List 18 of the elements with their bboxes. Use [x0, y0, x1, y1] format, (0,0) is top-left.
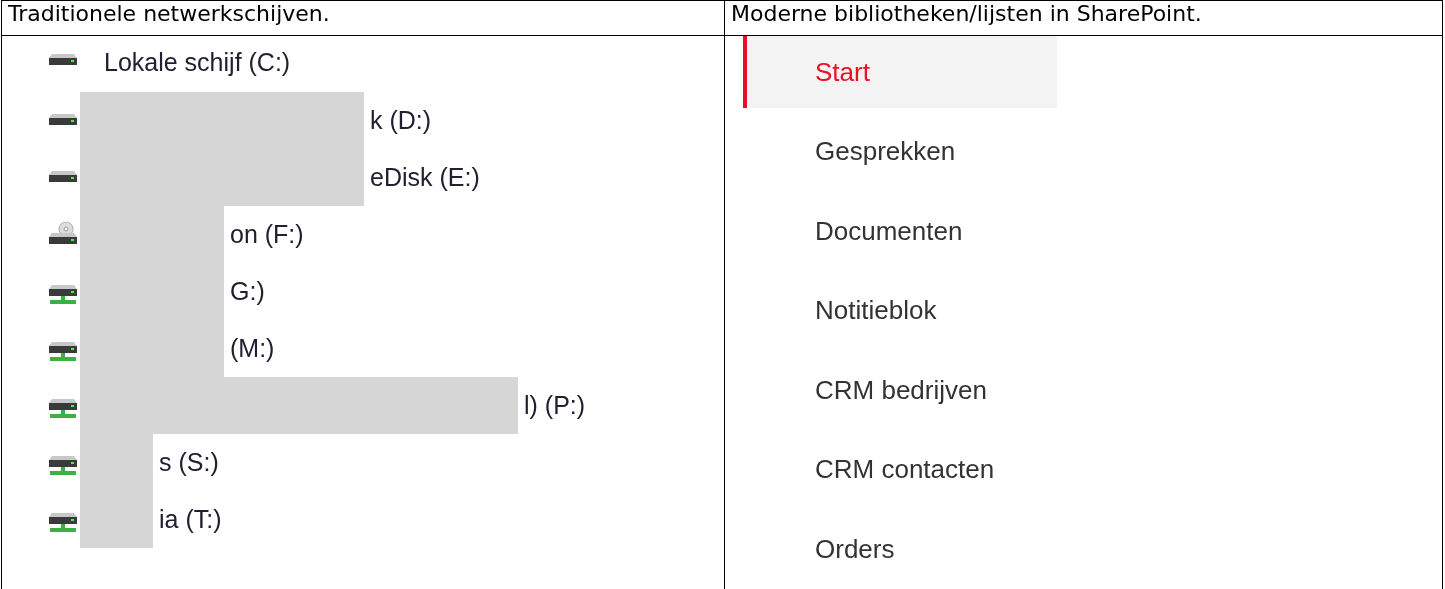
- drive-label[interactable]: eDisk (E:): [370, 163, 480, 192]
- column-header: Moderne bibliotheken/lijsten in SharePoint.: [724, 0, 1443, 36]
- nav-item[interactable]: CRM bedrijven: [743, 354, 1057, 426]
- drive-label[interactable]: (M:): [230, 334, 275, 363]
- drive-label[interactable]: G:): [230, 277, 265, 306]
- drive-label[interactable]: on (F:): [230, 220, 304, 249]
- nav-item[interactable]: CRM contacten: [743, 433, 1057, 506]
- nav-item[interactable]: Gesprekken: [743, 115, 1057, 188]
- drive-label[interactable]: Lokale schijf (C:): [104, 48, 291, 77]
- column-header: Traditionele netwerkschijven.: [1, 0, 725, 36]
- drive-label[interactable]: ia (T:): [159, 505, 222, 534]
- drive-label[interactable]: k (D:): [370, 106, 432, 135]
- nav-item[interactable]: Notitieblok: [743, 274, 1057, 347]
- drive-label[interactable]: l) (P:): [524, 391, 586, 420]
- nav-item[interactable]: Start: [743, 36, 1057, 108]
- drive-label[interactable]: s (S:): [159, 448, 219, 477]
- nav-item[interactable]: Documenten: [743, 195, 1057, 267]
- nav-item[interactable]: Orders: [743, 513, 1057, 585]
